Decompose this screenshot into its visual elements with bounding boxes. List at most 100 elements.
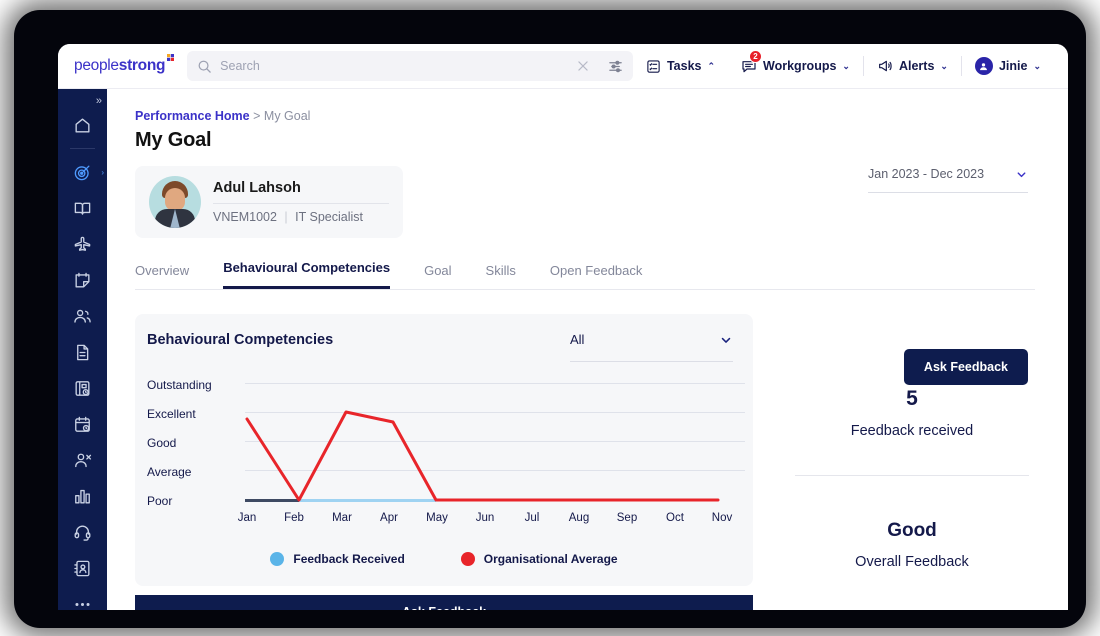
sidebar-item-timesheet[interactable] [58,262,107,298]
search-bar[interactable] [187,51,633,81]
nav-item-user-jinie[interactable]: Jinie ⌄ [962,57,1054,75]
tab-overview[interactable]: Overview [135,263,189,289]
app-screen: peoplestrong Search Tasks ⌃ 2 Workgroups… [58,44,1068,610]
sidebar-item-reports[interactable] [58,370,107,406]
x-axis-label-jul: Jul [524,512,540,524]
line-chart: Outstanding Excellent Good Average Poor [147,372,747,532]
sidebar-item-home[interactable] [58,107,107,143]
sidebar-item-helpdesk[interactable] [58,514,107,550]
feedback-count-value: 5 [906,387,918,410]
tab-bar: Overview Behavioural Competencies Goal S… [135,260,1035,290]
page-title: My Goal [135,129,212,151]
document-icon [77,344,89,360]
sidebar-divider [70,148,95,149]
x-axis-label-oct: Oct [666,512,684,524]
clear-search-icon[interactable] [576,59,590,73]
chart-legend: Feedback Received Organisational Average [135,552,753,566]
employee-id: VNEM1002 [213,210,277,224]
people-icon [74,309,91,323]
workgroups-badge: 2 [749,50,763,63]
x-axis-label-apr: Apr [380,512,398,524]
nav-item-tasks[interactable]: Tasks ⌃ [633,59,728,74]
overall-feedback-value: Good [887,520,937,541]
breadcrumb: Performance Home > My Goal [135,109,1068,123]
search-filter-icon[interactable] [608,59,623,74]
feedback-count-label: Feedback received [850,423,974,439]
employee-designation: IT Specialist [295,210,364,224]
top-navigation-bar: peoplestrong Search Tasks ⌃ 2 Workgroups… [58,44,1068,89]
plane-icon [74,236,91,251]
search-icon [198,60,211,73]
y-axis-label-excellent: Excellent [147,407,196,421]
tab-skills[interactable]: Skills [486,263,516,289]
chevron-down-icon: ⌄ [1033,60,1041,71]
sidebar-item-performance[interactable]: › [58,154,107,190]
sidebar-item-learning[interactable] [58,190,107,226]
employee-details: Adul Lahsoh VNEM1002 | IT Specialist [213,180,389,224]
bottom-ask-feedback-bar[interactable]: Ask Feedback [135,595,753,610]
date-range-value: Jan 2023 - Dec 2023 [868,167,985,181]
jinie-avatar-icon [980,62,988,70]
employee-name: Adul Lahsoh [213,180,301,196]
peoplestrong-logo[interactable]: peoplestrong [74,54,175,75]
organisational-average-line [245,410,720,502]
headset-icon [74,525,91,541]
chart-plot-area [245,372,745,502]
avatar [974,57,993,75]
chevron-down-icon: ⌄ [842,60,850,71]
breadcrumb-link-performance-home[interactable]: Performance Home [135,109,250,123]
sidebar-item-team[interactable] [58,298,107,334]
nav-label-jinie: Jinie [998,59,1028,73]
employee-photo [149,176,201,228]
tab-open-feedback[interactable]: Open Feedback [550,263,643,289]
breadcrumb-current: My Goal [263,109,311,123]
employee-profile-card: Adul Lahsoh VNEM1002 | IT Specialist [135,166,403,238]
logo-text-bold: strong [118,57,166,74]
feedback-summary-panel: 5 Feedback received Good Overall Feedbac… [787,387,1037,570]
competency-filter-dropdown[interactable]: All [570,332,733,362]
x-axis-label-jan: Jan [237,512,257,524]
chevron-down-icon: ⌄ [940,60,948,71]
sidebar-item-documents[interactable] [58,334,107,370]
tab-goal[interactable]: Goal [424,263,451,289]
nav-item-workgroups[interactable]: 2 Workgroups ⌄ [728,50,863,74]
sidebar-item-directory[interactable] [58,550,107,586]
sidebar-item-more[interactable] [58,586,107,610]
note-edit-icon [75,272,90,288]
y-axis-label-good: Good [147,436,177,450]
nav-label-workgroups: Workgroups [763,59,837,73]
x-axis-label-may: May [426,512,448,524]
home-icon [75,117,90,133]
y-axis-label-average: Average [147,465,192,479]
meta-divider: | [284,210,288,224]
target-icon [74,164,90,180]
x-axis-label-nov: Nov [711,512,733,524]
chevron-right-icon: › [101,167,104,177]
sidebar-item-calendar[interactable] [58,406,107,442]
device-frame: peoplestrong Search Tasks ⌃ 2 Workgroups… [14,10,1086,628]
nav-item-alerts[interactable]: Alerts ⌄ [864,58,961,74]
top-nav-actions: Tasks ⌃ 2 Workgroups ⌄ Alerts ⌄ Jinie ⌄ [633,50,1068,76]
sidebar-item-separation[interactable] [58,442,107,478]
chevron-up-icon: ⌃ [707,60,716,71]
overall-feedback-label: Overall Feedback [855,554,969,570]
tab-behavioural-competencies[interactable]: Behavioural Competencies [223,260,391,289]
x-axis-label-jun: Jun [475,512,495,524]
nav-label-alerts: Alerts [898,59,935,73]
sidebar-expand-button[interactable]: » [58,95,107,107]
search-input[interactable] [220,59,576,73]
sidebar-item-travel[interactable] [58,226,107,262]
employee-meta: VNEM1002 | IT Specialist [213,210,389,224]
date-range-selector[interactable]: Jan 2023 - Dec 2023 [868,167,1028,193]
logo-mark-icon [167,54,175,61]
x-axis-label-feb: Feb [284,512,304,524]
y-axis-label-outstanding: Outstanding [147,378,212,392]
bar-chart-icon [75,489,90,504]
legend-item-organisational-average: Organisational Average [460,552,618,566]
sidebar-item-analytics[interactable] [58,478,107,514]
ask-feedback-button[interactable]: Ask Feedback [903,349,1028,385]
stats-divider [795,475,1029,476]
left-sidebar: » › [58,89,107,610]
logo-text-light: people [74,57,119,74]
report-clock-icon [75,380,90,396]
